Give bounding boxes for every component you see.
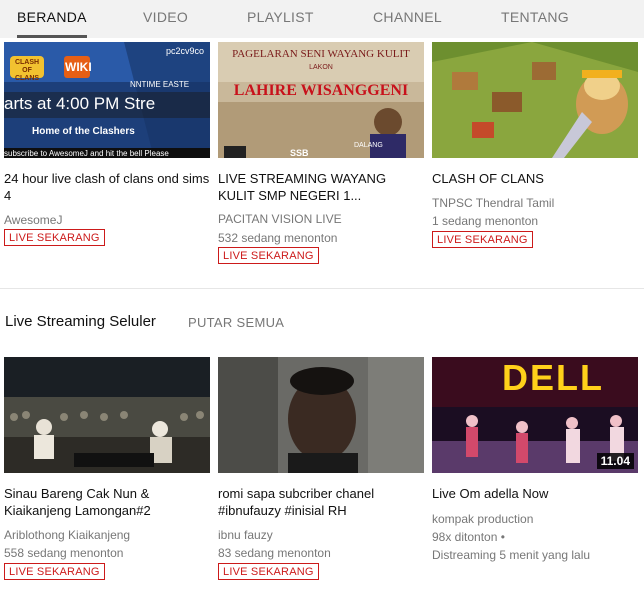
- thumb-dalang-text: DALANG: [354, 142, 383, 149]
- tab-playlist[interactable]: PLAYLIST: [247, 0, 314, 36]
- video-thumbnail[interactable]: DELL 11.04: [432, 357, 638, 473]
- video-title[interactable]: 24 hour live clash of clans ond sims 4: [4, 170, 210, 204]
- channel-name[interactable]: AwesomeJ: [4, 212, 62, 228]
- thumb-top-right-text: pc2cv9co: [165, 46, 204, 56]
- video-title[interactable]: Sinau Bareng Cak Nun & Kiaikanjeng Lamon…: [4, 485, 210, 519]
- view-count-text: 98x ditonton: [432, 530, 498, 544]
- viewer-count: 558 sedang menonton: [4, 546, 124, 560]
- channel-name[interactable]: TNPSC Thendral Tamil: [432, 195, 554, 211]
- section-divider: [0, 288, 644, 289]
- live-badge: LIVE SEKARANG: [432, 231, 533, 248]
- thumb-badge-text: SSB: [290, 148, 309, 158]
- live-badge: LIVE SEKARANG: [4, 563, 105, 580]
- video-thumbnail[interactable]: CLASH OF CLANS WIKI pc2cv9co NNTIME EAST…: [4, 42, 210, 158]
- video-thumbnail[interactable]: [432, 42, 638, 158]
- channel-name[interactable]: PACITAN VISION LIVE: [218, 211, 342, 227]
- live-badge: LIVE SEKARANG: [218, 563, 319, 580]
- thumb-heading-text: PAGELARAN SENI WAYANG KULIT: [232, 48, 410, 60]
- video-card[interactable]: CLASH OF CLANS TNPSC Thendral Tamil 1 se…: [432, 42, 638, 264]
- tab-channel[interactable]: CHANNEL: [373, 0, 442, 36]
- viewer-count: 83 sedang menonton: [218, 546, 331, 560]
- streamed-time: Distreaming 5 menit yang lalu: [432, 548, 591, 562]
- section-title[interactable]: Live Streaming Seluler: [5, 313, 156, 330]
- video-card[interactable]: PAGELARAN SENI WAYANG KULIT LAKON LAHIRE…: [218, 42, 424, 264]
- live-badge: LIVE SEKARANG: [4, 229, 105, 246]
- channel-name[interactable]: ibnu fauzy: [218, 527, 273, 543]
- video-card[interactable]: CLASH OF CLANS WIKI pc2cv9co NNTIME EAST…: [4, 42, 210, 252]
- video-card[interactable]: romi sapa subcriber chanel #ibnufauzy #i…: [218, 357, 424, 582]
- thumb-logo-text: CLASH OF CLANS: [14, 59, 40, 82]
- tab-beranda[interactable]: BERANDA: [17, 0, 87, 38]
- video-title[interactable]: LIVE STREAMING WAYANG KULIT SMP NEGERI 1…: [218, 170, 424, 204]
- video-card[interactable]: DELL 11.04 Live Om adella Now kompak pro…: [432, 357, 638, 582]
- video-thumbnail[interactable]: [218, 357, 424, 473]
- live-badge: LIVE SEKARANG: [218, 247, 319, 264]
- channel-name[interactable]: kompak production: [432, 511, 533, 527]
- thumb-lakon-text: LAKON: [309, 64, 333, 71]
- tab-video[interactable]: VIDEO: [143, 0, 188, 36]
- video-card[interactable]: Sinau Bareng Cak Nun & Kiaikanjeng Lamon…: [4, 357, 210, 582]
- thumb-footer-text: subscribe to AwesomeJ and hit the bell P…: [4, 149, 169, 158]
- viewer-count: 1 sedang menonton: [432, 214, 539, 228]
- thumb-banner-text: arts at 4:00 PM Stre: [4, 94, 156, 113]
- view-count: 98x ditonton •: [432, 530, 505, 544]
- video-title[interactable]: CLASH OF CLANS: [432, 170, 638, 187]
- channel-tabs: BERANDA VIDEO PLAYLIST CHANNEL TENTANG: [0, 0, 644, 38]
- channel-name[interactable]: Ariblothong Kiaikanjeng: [4, 527, 130, 543]
- thumb-runtime-text: NNTIME EASTE: [130, 80, 190, 89]
- play-all-button[interactable]: PUTAR SEMUA: [188, 315, 284, 330]
- thumb-main-text: LAHIRE WISANGGENI: [233, 82, 409, 99]
- video-title[interactable]: romi sapa subcriber chanel #ibnufauzy #i…: [218, 485, 424, 519]
- thumb-wiki-text: WIKI: [65, 60, 92, 74]
- video-thumbnail[interactable]: PAGELARAN SENI WAYANG KULIT LAKON LAHIRE…: [218, 42, 424, 158]
- video-title[interactable]: Live Om adella Now: [432, 485, 638, 502]
- tab-tentang[interactable]: TENTANG: [501, 0, 569, 36]
- video-duration: 11.04: [596, 453, 634, 469]
- viewer-count: 532 sedang menonton: [218, 231, 338, 245]
- video-thumbnail[interactable]: [4, 357, 210, 473]
- thumb-home-text: Home of the Clashers: [32, 126, 135, 137]
- thumb-sign-text: DELL: [502, 357, 604, 398]
